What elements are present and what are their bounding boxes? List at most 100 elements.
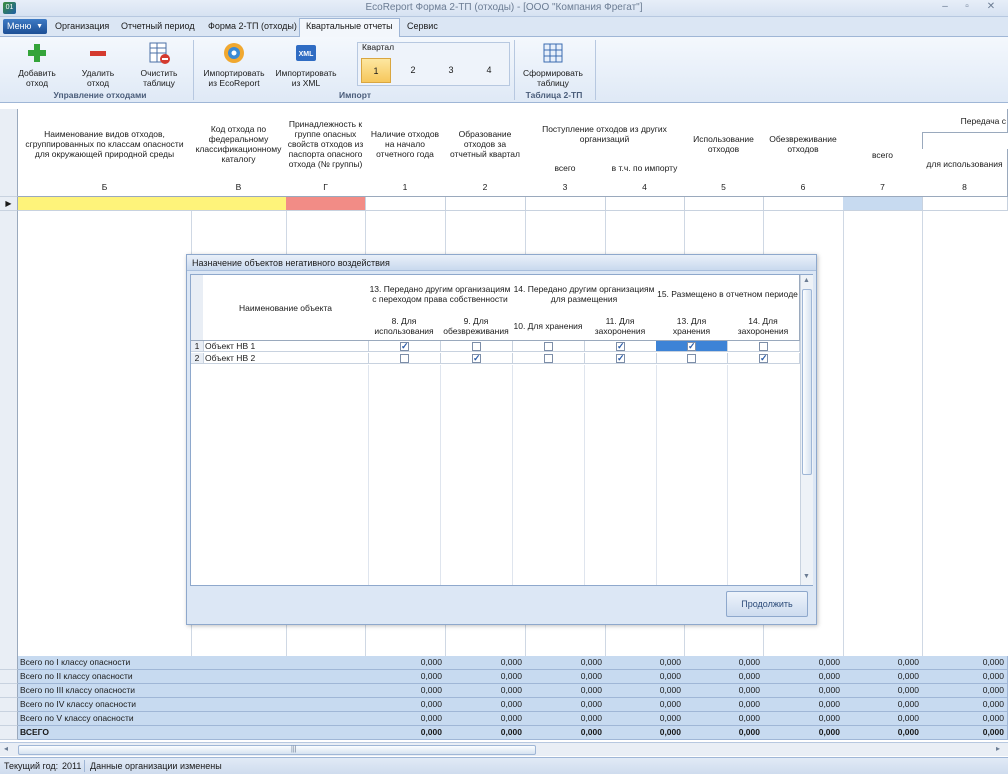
grid-line [512,365,513,585]
negative-impact-dialog: Назначение объектов негативного воздейст… [186,254,817,625]
header-transfer-total: всего [843,132,923,179]
build-table-button[interactable]: Сформировать таблицу [519,41,587,88]
maximize-icon[interactable]: ▫ [956,0,978,14]
add-waste-button[interactable]: Добавить отход [12,41,62,88]
totals-empty-cell [191,670,287,684]
edit-cell[interactable] [605,197,685,211]
checkbox-cell[interactable] [656,353,728,364]
clear-table-button[interactable]: Очистить таблицу [133,41,185,88]
quarter-3-button[interactable]: 3 [436,58,466,83]
edit-cell-hazard-group[interactable] [286,197,366,211]
build-table-icon [541,41,565,65]
edit-cell-waste-code[interactable] [191,197,287,211]
tab-quarterly-reports[interactable]: Квартальные отчеты [299,18,400,38]
ribbon-tabs: Меню ▼ Организация Отчетный период Форма … [0,17,1008,38]
checkbox-cell[interactable] [584,353,657,364]
delete-waste-label: Удалить отход [81,68,115,88]
delete-waste-button[interactable]: Удалить отход [73,41,123,88]
tab-organization[interactable]: Организация [55,21,109,37]
header-generated: Образование отходов за отчетный квартал [445,109,526,179]
clear-table-icon [147,41,171,65]
tab-form-2tp[interactable]: Форма 2-ТП (отходы) [208,21,297,37]
checkbox-checked[interactable] [616,353,625,364]
checkbox-cell[interactable] [440,341,513,352]
scrollbar-thumb[interactable]: ||| [18,745,536,755]
checkbox-unchecked[interactable] [687,354,696,363]
dialog-header-storage: 10. Для хранения [512,312,585,341]
quarter-4-button[interactable]: 4 [474,58,504,83]
dialog-vertical-scrollbar[interactable]: ▲ ▼ [800,275,813,585]
totals-value: 0,000 [525,698,606,712]
checkbox-cell[interactable] [368,341,441,352]
import-xml-button[interactable]: XML Импортировать из XML [272,41,340,88]
edit-cell[interactable] [843,197,923,211]
col-code: 2 [445,178,526,197]
totals-value: 0,000 [445,670,526,684]
totals-value: 0,000 [365,712,446,726]
continue-button[interactable]: Продолжить [726,591,808,617]
checkbox-cell[interactable] [584,341,657,352]
totals-value: 0,000 [922,698,1008,712]
scroll-up-icon[interactable]: ▲ [803,277,810,284]
header-receipt-import: в т.ч. по импорту [605,158,685,179]
menu-button[interactable]: Меню ▼ [3,19,47,34]
checkbox-unchecked[interactable] [544,342,553,351]
edit-cell-waste-name[interactable] [18,197,192,211]
quarter-1-button[interactable]: 1 [361,58,391,83]
totals-value: 0,000 [365,698,446,712]
row-header-column [0,211,18,656]
checkbox-unchecked[interactable] [472,342,481,351]
checkbox-checked[interactable] [400,341,409,352]
row-marker [0,670,18,684]
close-icon[interactable]: ✕ [980,0,1002,14]
import-ecoreport-button[interactable]: Импортировать из EcoReport [200,41,268,88]
totals-empty-cell [286,712,366,726]
checkbox-cell[interactable] [727,353,800,364]
edit-cell[interactable] [525,197,606,211]
checkbox-cell[interactable] [368,353,441,364]
tab-reporting-period[interactable]: Отчетный период [121,21,195,37]
totals-value: 0,000 [763,670,844,684]
quarter-2-button[interactable]: 2 [398,58,428,83]
tab-service[interactable]: Сервис [407,21,438,37]
totals-label: Всего по V классу опасности [18,712,192,726]
scroll-down-icon[interactable]: ▼ [803,573,810,580]
xml-icon-text: XML [299,51,315,58]
scroll-left-icon[interactable]: ◂ [4,744,8,753]
edit-cell[interactable] [365,197,446,211]
checkbox-checked[interactable] [616,341,625,352]
horizontal-scrollbar[interactable]: ◂ ||| ▸ [0,742,1008,756]
totals-empty-cell [191,712,287,726]
checkbox-cell[interactable] [512,341,585,352]
totals-value: 0,000 [365,656,446,670]
totals-value: 0,000 [445,726,526,740]
totals-empty-cell [286,670,366,684]
col-code: 6 [763,178,844,197]
header-corner [0,109,18,197]
scroll-right-icon[interactable]: ▸ [996,744,1000,753]
checkbox-cell[interactable] [727,341,800,352]
status-year-label: Текущий год: [4,761,59,771]
scrollbar-thumb[interactable] [802,289,812,475]
checkbox-checked[interactable] [759,353,768,364]
totals-value: 0,000 [605,698,685,712]
checkbox-checked[interactable] [472,353,481,364]
col-code: 1 [365,178,446,197]
edit-cell[interactable] [763,197,844,211]
checkbox-cell[interactable] [656,341,728,352]
checkbox-unchecked[interactable] [400,354,409,363]
checkbox-cell[interactable] [440,353,513,364]
checkbox-unchecked[interactable] [544,354,553,363]
totals-value: 0,000 [445,698,526,712]
checkbox-checked[interactable] [687,341,696,352]
totals-label: Всего по II классу опасности [18,670,192,684]
totals-value: 0,000 [843,712,923,726]
grid-line [368,365,369,585]
edit-cell[interactable] [445,197,526,211]
checkbox-unchecked[interactable] [759,342,768,351]
minimize-icon[interactable]: – [934,0,956,14]
row-pointer-icon: ▶ [0,197,18,211]
checkbox-cell[interactable] [512,353,585,364]
edit-cell[interactable] [922,197,1008,211]
edit-cell[interactable] [684,197,764,211]
